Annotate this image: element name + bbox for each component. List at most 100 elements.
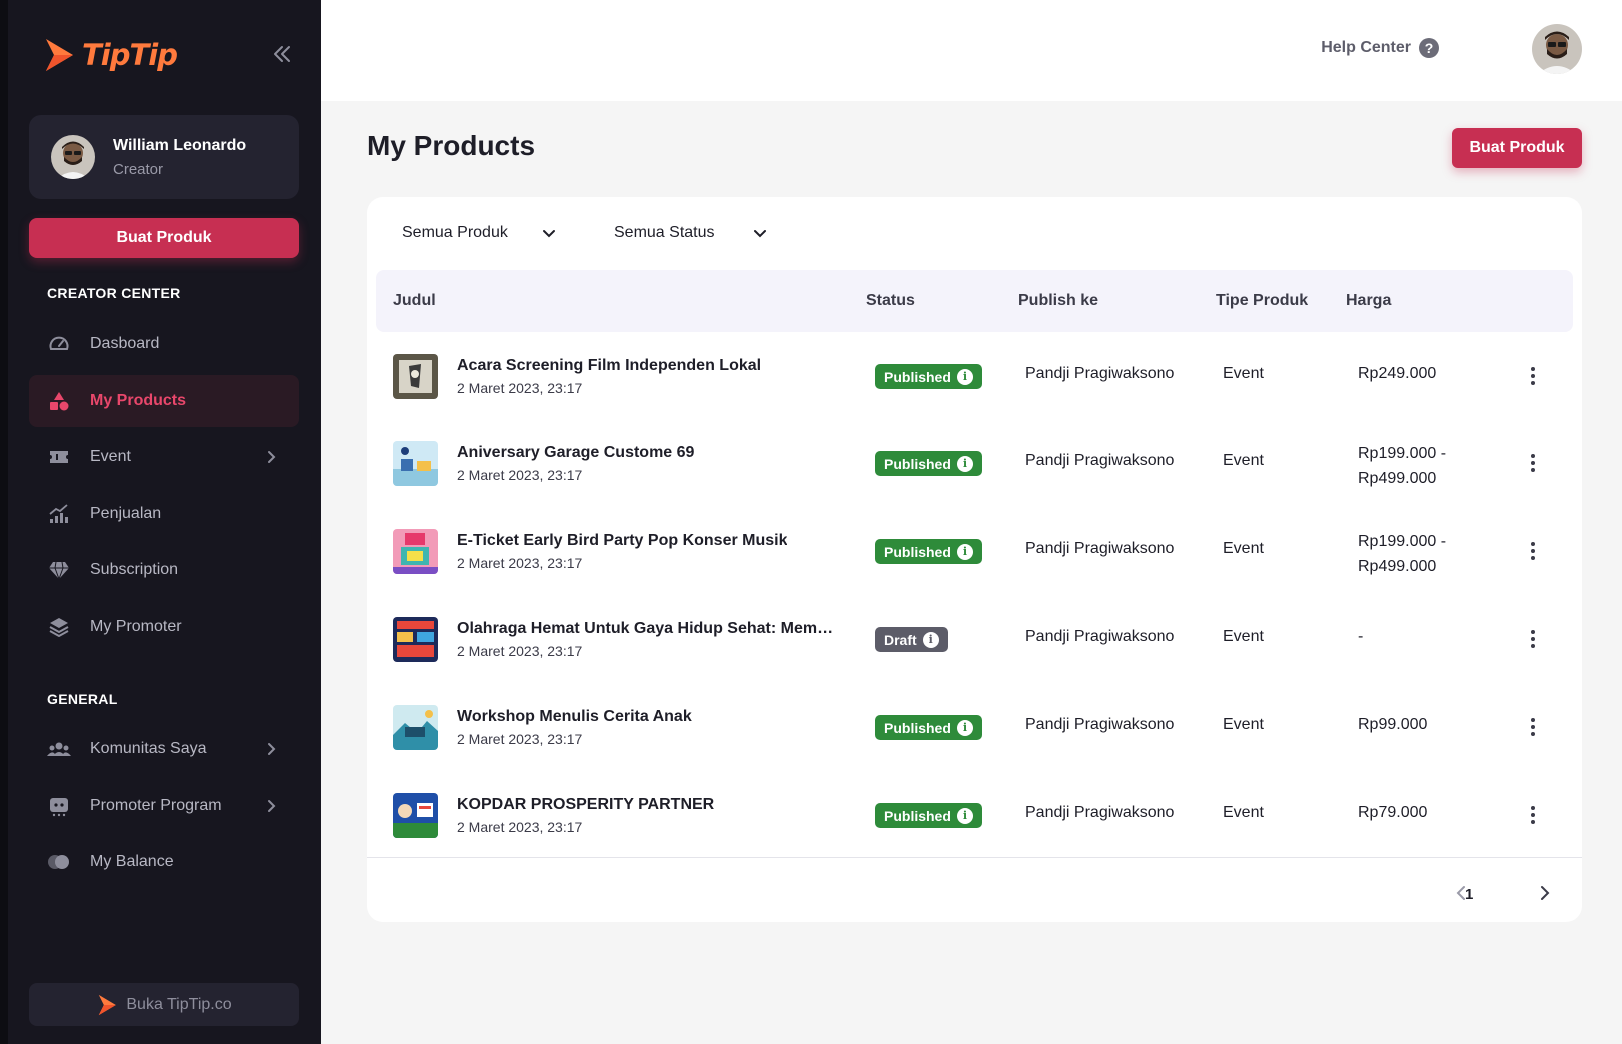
product-date: 2 Maret 2023, 23:17 (457, 467, 583, 483)
product-type: Event (1223, 540, 1264, 557)
column-header-status: Status (866, 292, 915, 309)
profile-card[interactable]: William Leonardo Creator (29, 115, 299, 199)
sidebar-item-komunitas-saya[interactable]: Komunitas Saya (29, 723, 299, 775)
product-type: Event (1223, 716, 1264, 733)
help-center-label: Help Center (1321, 39, 1411, 56)
sidebar-item-label: Penjualan (90, 505, 162, 522)
create-product-button[interactable]: Buat Produk (1452, 128, 1582, 168)
product-date: 2 Maret 2023, 23:17 (457, 819, 583, 835)
publish-to: Pandji Pragiwaksono (1025, 365, 1175, 382)
sidebar-item-my-promoter[interactable]: My Promoter (29, 601, 299, 653)
more-options-icon[interactable] (1523, 629, 1543, 649)
price-min: Rp199.000 - (1358, 445, 1447, 462)
more-options-icon[interactable] (1523, 541, 1543, 561)
info-icon: i (922, 631, 939, 648)
filter-status-dropdown[interactable]: Semua Status (614, 215, 794, 251)
product-type: Event (1223, 452, 1264, 469)
table-row[interactable]: Olahraga Hemat Untuk Gaya Hidup Sehat: M… (367, 595, 1582, 683)
column-header-harga: Harga (1346, 292, 1392, 309)
product-title[interactable]: Olahraga Hemat Untuk Gaya Hidup Sehat: M… (457, 620, 837, 638)
section-creator-center: CREATOR CENTER (47, 285, 181, 301)
filter-status-value: Semua Status (614, 224, 715, 241)
info-icon: i (956, 807, 973, 824)
topbar: Help Center ? (321, 0, 1622, 101)
sidebar-item-subscription[interactable]: Subscription (29, 544, 299, 596)
user-role: Creator (113, 160, 164, 178)
product-title[interactable]: Workshop Menulis Cerita Anak (457, 708, 692, 726)
price-max: Rp499.000 (1358, 558, 1437, 575)
sales-chart-icon (47, 502, 71, 526)
sidebar-item-label: Event (90, 448, 131, 465)
more-options-icon[interactable] (1523, 805, 1543, 825)
product-thumbnail (393, 529, 438, 574)
sidebar-item-label: Dasboard (90, 335, 160, 352)
status-badge: Draft i (875, 627, 948, 652)
tiptip-logo[interactable]: TipTip (42, 36, 178, 74)
section-general: GENERAL (47, 691, 118, 707)
product-title[interactable]: KOPDAR PROSPERITY PARTNER (457, 796, 714, 814)
info-icon: i (956, 543, 973, 560)
sidebar: TipTip William Leonardo Creator Buat Pro… (0, 0, 321, 1044)
status-badge: Published i (875, 803, 982, 828)
filter-product-value: Semua Produk (402, 224, 508, 241)
product-thumbnail (393, 441, 438, 486)
product-title[interactable]: Aniversary Garage Custome 69 (457, 444, 694, 462)
sidebar-item-label: My Balance (90, 853, 174, 870)
product-thumbnail (393, 354, 438, 399)
table-row[interactable]: Acara Screening Film Independen Lokal 2 … (367, 332, 1582, 420)
product-type: Event (1223, 804, 1264, 821)
user-name: William Leonardo (113, 136, 247, 154)
product-date: 2 Maret 2023, 23:17 (457, 731, 583, 747)
more-options-icon[interactable] (1523, 717, 1543, 737)
publish-to: Pandji Pragiwaksono (1025, 716, 1175, 733)
sidebar-create-product-button[interactable]: Buat Produk (29, 218, 299, 258)
info-icon: i (956, 719, 973, 736)
more-options-icon[interactable] (1523, 453, 1543, 473)
sidebar-item-my-products[interactable]: My Products (29, 375, 299, 427)
status-badge: Published i (875, 364, 982, 389)
product-price: Rp249.000 (1358, 365, 1437, 382)
product-price: Rp79.000 (1358, 804, 1428, 821)
product-thumbnail (393, 705, 438, 750)
product-title[interactable]: Acara Screening Film Independen Lokal (457, 357, 761, 375)
sidebar-item-label: Promoter Program (90, 797, 222, 814)
next-page-icon[interactable] (1534, 882, 1556, 904)
table-row[interactable]: Aniversary Garage Custome 69 2 Maret 202… (367, 419, 1582, 507)
open-tiptip-label: Buka TipTip.co (126, 995, 232, 1013)
tiptip-logo-icon (46, 39, 73, 71)
sidebar-item-label: Subscription (90, 561, 179, 578)
table-row[interactable]: Workshop Menulis Cerita Anak 2 Maret 202… (367, 683, 1582, 771)
info-icon: i (956, 455, 973, 472)
product-price: Rp199.000 - Rp499.000 (1358, 441, 1446, 491)
sidebar-item-penjualan[interactable]: Penjualan (29, 488, 299, 540)
filter-product-dropdown[interactable]: Semua Produk (402, 215, 582, 251)
sidebar-item-promoter-program[interactable]: Promoter Program (29, 780, 299, 832)
products-card: Semua Produk Semua Status Judul Status P… (367, 197, 1582, 922)
chevron-right-icon (268, 451, 276, 463)
sidebar-item-my-balance[interactable]: My Balance (29, 836, 299, 888)
more-options-icon[interactable] (1523, 366, 1543, 386)
table-row[interactable]: KOPDAR PROSPERITY PARTNER 2 Maret 2023, … (367, 771, 1582, 859)
sidebar-item-label: Komunitas Saya (90, 740, 207, 757)
page-number-current[interactable]: 1 (1465, 886, 1473, 903)
product-price: Rp199.000 - Rp499.000 (1358, 529, 1446, 579)
product-title[interactable]: E-Ticket Early Bird Party Pop Konser Mus… (457, 532, 787, 550)
table-row[interactable]: E-Ticket Early Bird Party Pop Konser Mus… (367, 507, 1582, 595)
publish-to: Pandji Pragiwaksono (1025, 540, 1175, 557)
user-avatar-button[interactable] (1532, 24, 1582, 74)
product-thumbnail (393, 617, 438, 662)
help-center-link[interactable]: Help Center ? (1321, 38, 1439, 58)
sidebar-item-dashboard[interactable]: Dasboard (29, 318, 299, 370)
promoter-icon (47, 794, 71, 818)
sidebar-item-event[interactable]: Event (29, 431, 299, 483)
status-label: Published (884, 719, 951, 736)
dashboard-icon (47, 332, 71, 356)
open-tiptip-link[interactable]: Buka TipTip.co (29, 983, 299, 1026)
product-type: Event (1223, 628, 1264, 645)
publish-to: Pandji Pragiwaksono (1025, 452, 1175, 469)
status-label: Published (884, 368, 951, 385)
status-label: Published (884, 807, 951, 824)
product-date: 2 Maret 2023, 23:17 (457, 643, 583, 659)
sidebar-item-label: My Products (90, 392, 187, 409)
collapse-sidebar-icon[interactable] (270, 42, 294, 66)
